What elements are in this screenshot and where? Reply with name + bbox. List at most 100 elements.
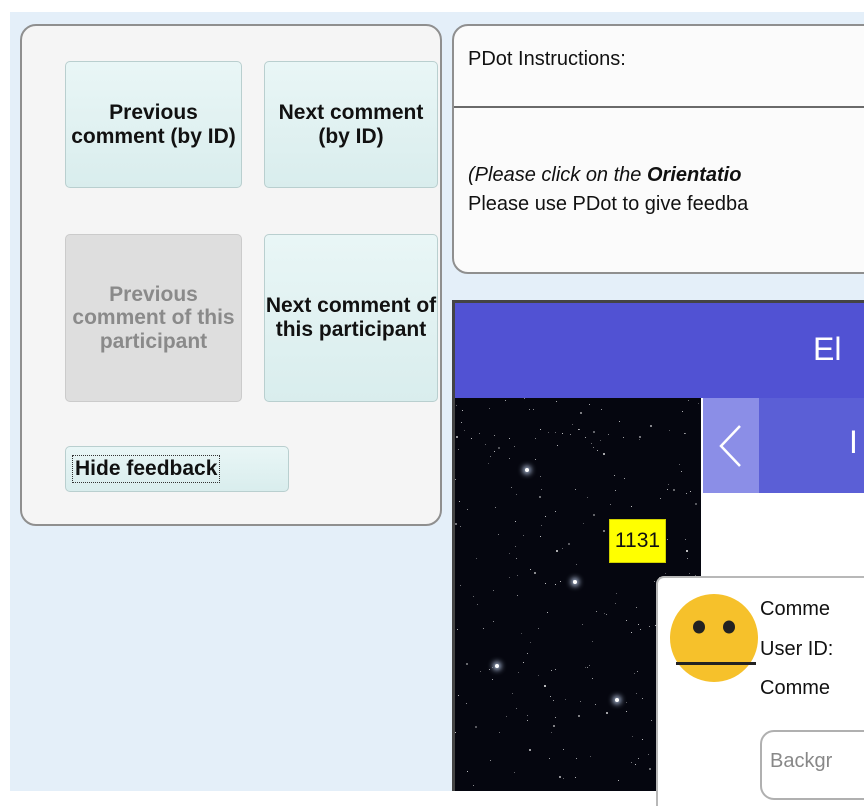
star — [529, 749, 531, 751]
star — [495, 507, 496, 508]
star — [517, 575, 518, 576]
hide-feedback-button[interactable]: Hide feedback — [65, 446, 289, 492]
star — [517, 595, 518, 596]
star — [593, 431, 595, 433]
comment-navigation-panel: Previous comment (by ID) Next comment (b… — [20, 24, 442, 526]
star — [635, 764, 636, 765]
star — [593, 514, 595, 516]
star — [544, 685, 546, 687]
star — [460, 526, 461, 527]
star — [509, 438, 510, 439]
star — [462, 410, 463, 411]
star — [466, 663, 468, 665]
star — [592, 678, 593, 679]
star — [685, 433, 686, 434]
orientation-link-text[interactable]: Orientatio — [647, 164, 741, 186]
star — [464, 430, 465, 431]
star — [483, 628, 484, 629]
star — [492, 679, 493, 680]
star — [493, 621, 494, 622]
app-header: El — [455, 303, 864, 398]
star — [579, 429, 580, 430]
star — [498, 447, 500, 449]
star — [499, 732, 500, 733]
star — [545, 516, 546, 517]
previous-slide-button[interactable] — [703, 398, 759, 493]
star — [690, 491, 691, 492]
star — [553, 725, 555, 727]
star — [606, 712, 608, 714]
star — [580, 412, 582, 414]
star — [568, 543, 570, 545]
star — [576, 564, 577, 565]
star — [555, 584, 556, 585]
hide-feedback-label: Hide feedback — [72, 455, 221, 483]
star — [493, 590, 494, 591]
star — [555, 717, 556, 718]
instructions-orientation-line: (Please click on the Orientatio — [468, 164, 741, 187]
star — [636, 607, 637, 608]
star — [494, 435, 495, 436]
star — [471, 438, 472, 439]
next-comment-by-id-button[interactable]: Next comment (by ID) — [264, 61, 438, 188]
star — [570, 434, 571, 435]
star — [514, 446, 515, 447]
star — [587, 667, 588, 668]
instructions-feedback-line: Please use PDot to give feedba — [468, 193, 749, 215]
star — [458, 449, 459, 450]
star — [626, 620, 627, 621]
star — [527, 720, 528, 721]
star — [540, 536, 541, 537]
star — [456, 405, 457, 406]
star — [651, 720, 652, 721]
star — [476, 558, 477, 559]
star — [563, 778, 564, 779]
star — [523, 662, 524, 663]
star — [473, 785, 474, 786]
previous-comment-participant-button[interactable]: Previous comment of this participant — [65, 234, 242, 402]
star — [540, 429, 541, 430]
star — [490, 456, 491, 457]
next-comment-participant-button[interactable]: Next comment of this participant — [264, 234, 438, 402]
star — [516, 708, 517, 709]
star — [679, 464, 680, 465]
comment-popup: Comme User ID: Comme Backgr — [656, 576, 864, 806]
background-input[interactable]: Backgr — [760, 730, 864, 800]
bright-star — [495, 664, 499, 668]
star — [684, 433, 685, 434]
star — [665, 573, 666, 574]
star — [455, 732, 456, 733]
star — [541, 525, 542, 526]
star — [490, 760, 491, 761]
star — [689, 573, 690, 574]
star — [551, 670, 552, 671]
app-subheader: I — [703, 398, 864, 493]
comment-id-tag[interactable]: 1131 — [609, 519, 666, 563]
star — [541, 489, 542, 490]
star — [555, 432, 556, 433]
bright-star — [525, 468, 529, 472]
star — [638, 758, 639, 759]
star — [642, 739, 643, 740]
star — [475, 726, 477, 728]
star — [460, 585, 461, 586]
star — [488, 463, 489, 464]
star — [649, 768, 651, 770]
bright-star — [573, 580, 577, 584]
previous-comment-by-id-button[interactable]: Previous comment (by ID) — [65, 61, 242, 188]
star — [515, 546, 516, 547]
star — [557, 445, 558, 446]
star — [685, 539, 686, 540]
star — [639, 439, 640, 440]
star — [619, 421, 620, 422]
star — [556, 550, 558, 552]
star — [516, 558, 517, 559]
star — [461, 422, 462, 423]
star — [673, 489, 675, 491]
star — [618, 780, 619, 781]
star — [527, 653, 528, 654]
star — [634, 673, 635, 674]
star — [529, 409, 530, 410]
star — [473, 596, 474, 597]
star — [489, 669, 490, 670]
